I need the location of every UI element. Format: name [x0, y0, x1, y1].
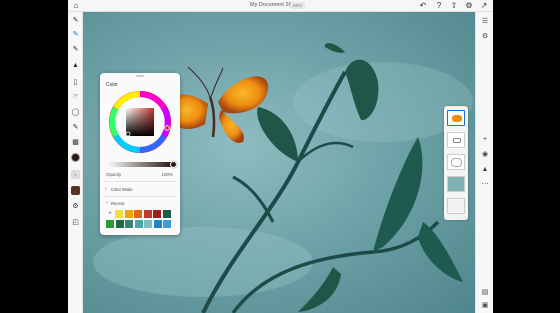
butterfly [164, 66, 268, 143]
texture-layer-thumbnail[interactable] [447, 198, 465, 214]
panel-grabber[interactable] [136, 75, 144, 77]
leaf [324, 43, 345, 53]
recent-color-swatch[interactable] [115, 210, 123, 218]
recent-label[interactable]: Recent [111, 201, 124, 206]
top-bar: ⌂ My Document 26 59% ↶ ? ⇧ ⚙ ↗ [68, 0, 493, 12]
recent-color-swatch[interactable] [163, 220, 171, 228]
butterfly-thumb-shape [452, 115, 462, 122]
eyedropper-icon[interactable]: ✎ [71, 123, 80, 132]
color-mode-label[interactable]: Color Mode [111, 187, 133, 192]
zoom-icon[interactable]: ▣ [480, 301, 490, 311]
recent-color-swatch[interactable] [143, 210, 152, 218]
chevron-down-icon[interactable]: ⌄ [105, 199, 109, 205]
butterfly-lower-wing [219, 110, 244, 143]
touch-shortcut-icon[interactable]: ◰ [71, 218, 80, 227]
hue-ring-segment [139, 134, 167, 153]
image-icon[interactable]: ▩ [71, 138, 80, 147]
recent-color-swatch[interactable] [115, 220, 124, 228]
brush-color-preview[interactable] [71, 186, 80, 195]
add-layer-icon[interactable]: + [480, 135, 490, 145]
leaf [257, 107, 298, 162]
sketch-layer-thumbnail[interactable] [447, 132, 465, 148]
color-wheel[interactable] [108, 90, 172, 154]
undo-icon[interactable]: ↶ [418, 1, 428, 11]
leaves-thumb-shape [451, 158, 462, 167]
recent-color-swatch[interactable] [134, 220, 143, 228]
recent-color-swatch[interactable] [153, 210, 161, 218]
saturation-square-shade [126, 108, 154, 136]
opacity-value: 100% [161, 172, 173, 177]
butterfly-body [208, 96, 216, 138]
color-panel: Color Opacity 100% › Color Mode ⌄ Recent… [100, 73, 180, 235]
opacity-slider-handle[interactable] [170, 161, 177, 168]
zoom-level-badge[interactable]: 59% [290, 2, 306, 9]
sketch-thumb-shape [453, 138, 461, 143]
home-icon[interactable]: ⌂ [71, 1, 81, 11]
leaf [418, 222, 463, 282]
add-color-icon[interactable]: + [106, 210, 114, 218]
help-icon[interactable]: ? [434, 1, 444, 11]
background-layer-thumbnail[interactable] [447, 176, 465, 192]
hue-ring-segment [161, 106, 171, 138]
right-toolbar: ☰ ⚙ + ◉ ▲ ⋯ ▤ ▣ [475, 12, 493, 313]
hue-ring-segment [113, 134, 141, 153]
visibility-icon[interactable]: ◉ [480, 150, 490, 160]
recent-color-swatch[interactable] [134, 210, 142, 218]
delete-layer-icon[interactable]: ▲ [480, 165, 490, 175]
hue-ring-segment [113, 91, 141, 110]
recent-color-swatch[interactable] [153, 220, 162, 228]
butterfly-antenna [210, 67, 224, 98]
layer-options-icon[interactable]: ▤ [480, 288, 490, 298]
layers-icon[interactable]: ☰ [480, 17, 490, 27]
brush-size-indicator[interactable]: • [71, 170, 80, 179]
opacity-label: Opacity [106, 172, 122, 177]
recent-color-swatch[interactable] [162, 210, 171, 218]
smudge-icon[interactable]: ☞ [71, 92, 80, 101]
recent-color-swatch[interactable] [106, 220, 114, 228]
share-icon[interactable]: ⇧ [449, 1, 459, 11]
divider [104, 196, 176, 197]
recent-color-swatch[interactable] [124, 210, 133, 218]
hue-ring-segment [139, 91, 167, 110]
leaf [373, 137, 423, 252]
hue-handle[interactable] [164, 125, 170, 131]
brush-settings-icon[interactable]: ⚙ [71, 202, 80, 211]
fill-icon[interactable]: ▲ [71, 61, 80, 70]
settings-icon[interactable]: ⚙ [464, 1, 474, 11]
panel-title: Color [106, 82, 118, 88]
leaves-layer-thumbnail[interactable] [447, 154, 465, 170]
selection-icon[interactable]: ◯ [71, 108, 80, 117]
divider [104, 181, 176, 182]
current-color-swatch[interactable] [71, 153, 80, 162]
butterfly-layer-thumbnail[interactable] [447, 110, 465, 126]
layers-panel [444, 106, 468, 220]
app-window: ⌂ My Document 26 59% ↶ ? ⇧ ⚙ ↗ ✎ ✎ ✎ ▲ ▯… [68, 0, 493, 313]
opacity-slider[interactable] [106, 162, 172, 167]
more-options-icon[interactable]: ⋯ [480, 180, 490, 190]
document-title[interactable]: My Document 26 [250, 2, 292, 8]
fullscreen-icon[interactable]: ↗ [479, 1, 489, 11]
butterfly-antenna [187, 66, 211, 98]
recent-color-swatch[interactable] [125, 220, 133, 228]
cloud-shape [93, 227, 313, 297]
recent-color-swatch[interactable] [144, 220, 152, 228]
pixel-brush-icon[interactable]: ✎ [71, 16, 80, 25]
chevron-right-icon[interactable]: › [105, 186, 107, 191]
left-toolbar: ✎ ✎ ✎ ▲ ▯ ☞ ◯ ✎ ▩ • ⚙ ◰ [68, 12, 83, 313]
drawing-canvas[interactable]: Color Opacity 100% › Color Mode ⌄ Recent… [83, 12, 475, 313]
hue-ring-segment [109, 106, 119, 138]
vector-brush-icon[interactable]: ✎ [71, 45, 80, 54]
eraser-icon[interactable]: ▯ [71, 78, 80, 87]
properties-icon[interactable]: ⚙ [480, 32, 490, 42]
live-brush-icon[interactable]: ✎ [71, 30, 80, 39]
